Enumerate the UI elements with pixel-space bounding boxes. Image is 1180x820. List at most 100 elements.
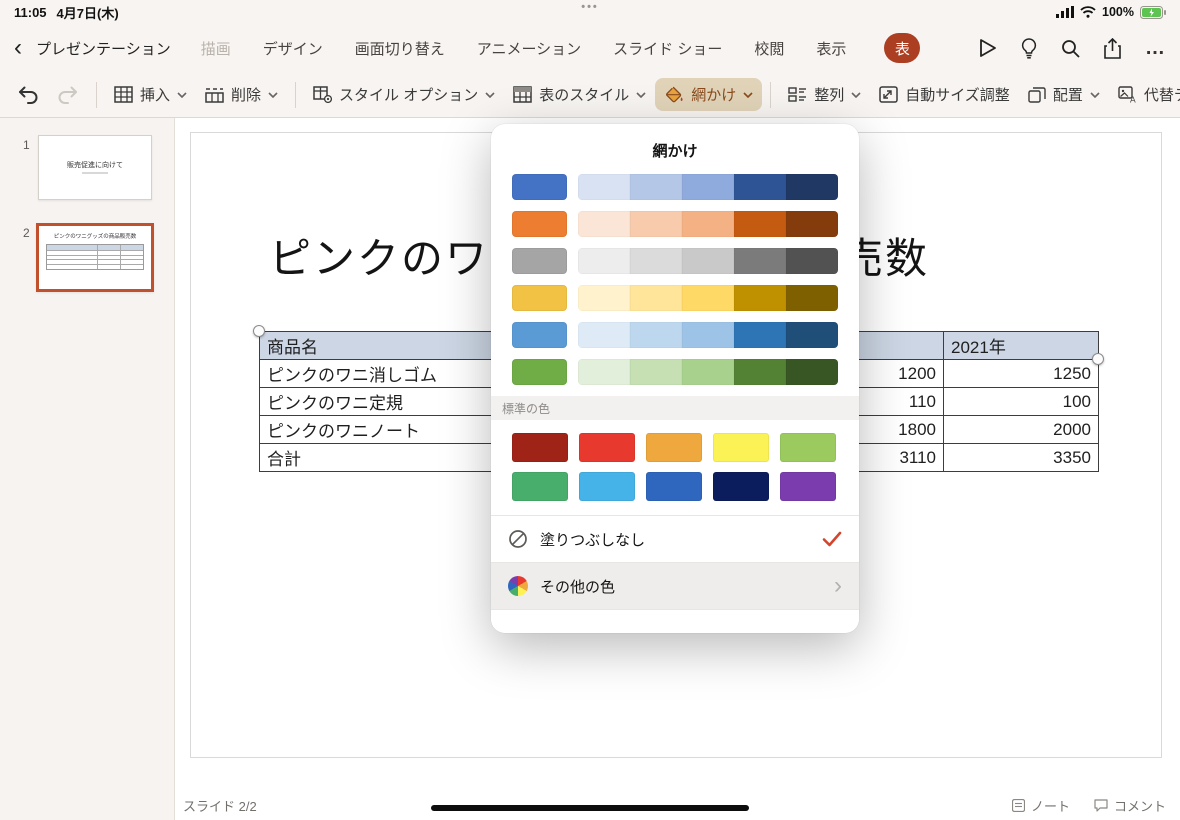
color-swatch[interactable] bbox=[682, 322, 734, 348]
autofit-button[interactable]: 自動サイズ調整 bbox=[870, 78, 1019, 111]
cell-value[interactable]: 3350 bbox=[943, 443, 1099, 472]
thumbnail-table bbox=[46, 244, 144, 270]
color-swatch[interactable] bbox=[734, 359, 786, 385]
color-swatch[interactable] bbox=[734, 322, 786, 348]
color-swatch[interactable] bbox=[578, 285, 630, 311]
color-swatch[interactable] bbox=[780, 433, 836, 462]
color-swatch[interactable] bbox=[578, 359, 630, 385]
color-swatch[interactable] bbox=[512, 322, 567, 348]
style-options-button[interactable]: スタイル オプション bbox=[304, 78, 504, 111]
color-swatch[interactable] bbox=[734, 248, 786, 274]
color-swatch[interactable] bbox=[512, 472, 568, 501]
color-swatch[interactable] bbox=[646, 472, 702, 501]
notes-button[interactable]: ノート bbox=[1011, 796, 1070, 815]
comments-button[interactable]: コメント bbox=[1094, 796, 1166, 815]
tab-transitions[interactable]: 画面切り替え bbox=[355, 38, 445, 59]
tab-design[interactable]: デザイン bbox=[263, 38, 323, 59]
arrange-icon bbox=[1028, 86, 1046, 103]
arrange-button[interactable]: 配置 bbox=[1019, 78, 1109, 111]
home-indicator[interactable] bbox=[431, 805, 749, 811]
color-swatch[interactable] bbox=[682, 248, 734, 274]
color-swatch[interactable] bbox=[646, 433, 702, 462]
tab-draw[interactable]: 描画 bbox=[201, 38, 231, 59]
ideas-lightbulb-icon[interactable] bbox=[1021, 37, 1037, 59]
more-colors-option[interactable]: その他の色 › bbox=[491, 562, 859, 609]
tab-table-contextual[interactable]: 表 bbox=[884, 33, 921, 63]
color-swatch[interactable] bbox=[630, 211, 682, 237]
shading-button[interactable]: 網かけ bbox=[655, 78, 763, 111]
color-swatch[interactable] bbox=[630, 248, 682, 274]
color-swatch[interactable] bbox=[682, 174, 734, 200]
color-swatch[interactable] bbox=[786, 248, 838, 274]
table-styles-label: 表のスタイル bbox=[539, 87, 630, 104]
color-swatch[interactable] bbox=[578, 174, 630, 200]
color-swatch[interactable] bbox=[682, 211, 734, 237]
table-selection-handle[interactable] bbox=[1092, 353, 1104, 365]
header-cell-year2[interactable]: 2021年 bbox=[943, 331, 1099, 360]
color-swatch[interactable] bbox=[512, 359, 567, 385]
present-button[interactable] bbox=[979, 38, 997, 58]
cell-value[interactable]: 100 bbox=[943, 387, 1099, 416]
theme-color-grid bbox=[491, 161, 859, 385]
color-swatch[interactable] bbox=[786, 359, 838, 385]
color-swatch[interactable] bbox=[630, 285, 682, 311]
alt-text-button[interactable]: A 代替テキスト bbox=[1109, 78, 1180, 111]
popup-title: 網かけ bbox=[652, 143, 698, 160]
chevron-down-icon bbox=[177, 91, 187, 98]
more-menu-icon[interactable]: … bbox=[1145, 38, 1166, 58]
color-swatch[interactable] bbox=[512, 285, 567, 311]
style-options-label: スタイル オプション bbox=[339, 87, 479, 104]
color-swatch[interactable] bbox=[682, 285, 734, 311]
tab-view[interactable]: 表示 bbox=[816, 38, 846, 59]
clock: 11:05 bbox=[14, 4, 47, 20]
table-selection-handle[interactable] bbox=[253, 325, 265, 337]
color-swatch[interactable] bbox=[780, 472, 836, 501]
color-swatch[interactable] bbox=[713, 472, 769, 501]
no-fill-option[interactable]: 塗りつぶしなし bbox=[491, 515, 859, 562]
slide-thumbnail-2-selected[interactable]: ピンクのワニグッズの商品販売数 bbox=[36, 223, 154, 292]
color-swatch[interactable] bbox=[630, 322, 682, 348]
color-swatch[interactable] bbox=[682, 359, 734, 385]
color-swatch[interactable] bbox=[630, 359, 682, 385]
color-swatch[interactable] bbox=[578, 322, 630, 348]
share-icon[interactable] bbox=[1104, 37, 1121, 59]
color-swatch[interactable] bbox=[734, 174, 786, 200]
back-chevron-button[interactable]: ‹ bbox=[14, 36, 22, 60]
color-swatch[interactable] bbox=[579, 433, 635, 462]
redo-button[interactable] bbox=[48, 79, 88, 110]
align-label: 整列 bbox=[814, 87, 845, 104]
color-swatch[interactable] bbox=[512, 211, 567, 237]
undo-button[interactable] bbox=[8, 79, 48, 110]
color-swatch[interactable] bbox=[512, 174, 567, 200]
table-styles-button[interactable]: 表のスタイル bbox=[504, 78, 655, 111]
color-swatch[interactable] bbox=[786, 285, 838, 311]
color-swatch[interactable] bbox=[512, 433, 568, 462]
tab-animations[interactable]: アニメーション bbox=[477, 38, 581, 59]
standard-color-grid bbox=[491, 420, 859, 515]
color-swatch[interactable] bbox=[786, 211, 838, 237]
color-swatch[interactable] bbox=[734, 211, 786, 237]
cell-value[interactable]: 1250 bbox=[943, 359, 1099, 388]
color-swatch[interactable] bbox=[578, 248, 630, 274]
slide-thumbnail-1[interactable]: 販売促進に向けて bbox=[38, 135, 152, 200]
tab-slideshow[interactable]: スライド ショー bbox=[613, 38, 722, 59]
color-swatch[interactable] bbox=[713, 433, 769, 462]
tab-review[interactable]: 校閲 bbox=[754, 38, 784, 59]
color-swatch[interactable] bbox=[786, 174, 838, 200]
delete-button[interactable]: 削除 bbox=[196, 78, 287, 111]
color-swatch[interactable] bbox=[786, 322, 838, 348]
align-button[interactable]: 整列 bbox=[779, 78, 870, 111]
insert-button[interactable]: 挿入 bbox=[105, 78, 196, 111]
color-swatch[interactable] bbox=[512, 248, 567, 274]
chevron-down-icon bbox=[1090, 91, 1100, 98]
color-swatch[interactable] bbox=[579, 472, 635, 501]
color-swatch[interactable] bbox=[630, 174, 682, 200]
color-swatch[interactable] bbox=[578, 211, 630, 237]
cell-value[interactable]: 2000 bbox=[943, 415, 1099, 444]
search-icon[interactable] bbox=[1061, 39, 1080, 58]
chevron-down-icon bbox=[485, 91, 495, 98]
color-swatch[interactable] bbox=[734, 285, 786, 311]
arrange-label: 配置 bbox=[1052, 87, 1083, 104]
standard-color-row bbox=[512, 433, 838, 462]
document-title[interactable]: プレゼンテーション bbox=[36, 38, 171, 59]
